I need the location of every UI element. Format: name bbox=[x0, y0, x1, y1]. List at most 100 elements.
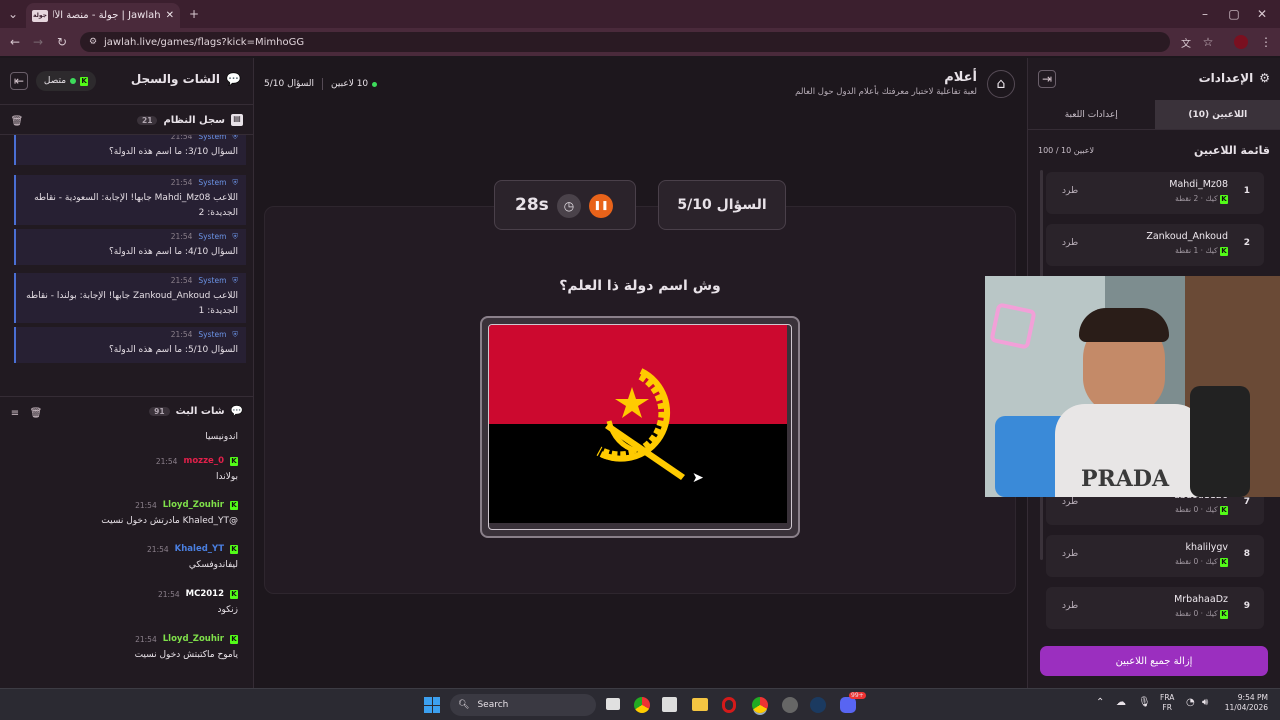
kick-player-button[interactable]: طرد bbox=[1062, 186, 1078, 196]
chat-log-panel: ⇤ K متصل 💬 الشات والسجل ▤ سجل النظام 21 🗑… bbox=[0, 58, 254, 688]
minimize-icon[interactable]: – bbox=[1196, 5, 1214, 23]
tab-favicon: جولة bbox=[32, 9, 48, 22]
shield-icon: ⛨ bbox=[232, 178, 238, 187]
discord-icon[interactable] bbox=[840, 697, 856, 713]
player-row: 2 Zankoud_Ankoud K كيك · 1 نقطة طرد bbox=[1046, 224, 1264, 266]
collapse-left-icon[interactable]: ⇤ bbox=[10, 72, 28, 90]
opera-icon[interactable] bbox=[722, 697, 736, 713]
player-name: MrbahaaDz bbox=[1174, 594, 1228, 605]
language-indicator[interactable]: FRA FR bbox=[1160, 693, 1174, 713]
clock-date: 11/04/2026 bbox=[1224, 703, 1268, 712]
chat-username[interactable]: mozze_0 bbox=[183, 456, 224, 466]
maximize-icon[interactable]: ▢ bbox=[1225, 5, 1243, 23]
kick-icon: K bbox=[80, 76, 89, 86]
volume-icon[interactable]: 🔊︎ bbox=[1202, 697, 1208, 708]
translate-icon[interactable]: 文 bbox=[1177, 33, 1195, 51]
chrome-active-icon[interactable] bbox=[752, 697, 768, 713]
chat-trash-icon[interactable]: 🗑 bbox=[27, 404, 45, 422]
microphone-icon[interactable]: 🎙︎ bbox=[1138, 697, 1151, 708]
snipping-tool-icon[interactable] bbox=[662, 697, 677, 712]
webcam-microphone bbox=[1190, 386, 1250, 497]
tab-search-icon[interactable]: ⌄ bbox=[4, 5, 22, 23]
chat-time: 21:54 bbox=[135, 634, 157, 644]
chat-username[interactable]: Lloyd_Zouhir bbox=[163, 500, 224, 510]
chat-time: 21:54 bbox=[135, 500, 157, 510]
flag-image bbox=[488, 324, 792, 530]
chat-bubble-icon: 💬 bbox=[226, 72, 241, 86]
back-icon[interactable]: ← bbox=[6, 33, 24, 51]
remove-all-players-button[interactable]: إزالة جميع اللاعبين bbox=[1040, 646, 1268, 676]
trash-icon[interactable]: 🗑 bbox=[8, 112, 26, 130]
windows-start-icon[interactable] bbox=[424, 697, 440, 713]
tab-close-icon[interactable]: ✕ bbox=[166, 10, 174, 21]
search-placeholder: Search bbox=[477, 700, 509, 710]
filter-icon[interactable]: ≡ bbox=[6, 404, 24, 422]
kick-player-button[interactable]: طرد bbox=[1062, 601, 1078, 611]
chat-message: K MC2012 21:54 زنكود bbox=[0, 589, 246, 615]
kick-icon: K bbox=[1220, 506, 1228, 515]
player-rank: 2 bbox=[1243, 238, 1250, 248]
tray-chevron-icon[interactable]: ⌃ bbox=[1096, 697, 1104, 708]
system-log-list[interactable]: ⛨ System 21:54 السؤال 3/10: ما اسم هذه الدو… bbox=[0, 135, 253, 395]
forward-icon[interactable]: → bbox=[29, 33, 47, 51]
chat-panel-title: 💬 الشات والسجل bbox=[131, 72, 241, 86]
divider bbox=[0, 104, 253, 105]
chat-username[interactable]: Khaled_YT bbox=[175, 544, 224, 554]
profile-avatar[interactable] bbox=[1234, 35, 1248, 49]
file-explorer-icon[interactable] bbox=[692, 698, 708, 711]
wifi-icon[interactable]: ◔ bbox=[1186, 697, 1195, 708]
chat-message: K Lloyd_Zouhir 21:54 @Khaled_YT مادرتش دخول… bbox=[0, 500, 246, 526]
steam-icon[interactable] bbox=[810, 697, 826, 713]
home-icon[interactable]: ⌂ bbox=[987, 70, 1015, 98]
onedrive-icon[interactable]: ☁ bbox=[1116, 697, 1126, 708]
kick-player-button[interactable]: طرد bbox=[1062, 238, 1078, 248]
shirt-print: PRADA bbox=[1081, 466, 1170, 492]
window-close-icon[interactable]: ✕ bbox=[1253, 5, 1271, 23]
browser-menu-icon[interactable]: ⋮ bbox=[1257, 33, 1275, 51]
stream-chat-header[interactable]: 💬 شات البث 91 bbox=[149, 406, 243, 417]
reload-icon[interactable]: ↻ bbox=[53, 33, 71, 51]
neon-light bbox=[989, 302, 1037, 350]
kick-player-button[interactable]: طرد bbox=[1062, 497, 1078, 507]
player-name: Zankoud_Ankoud bbox=[1146, 231, 1228, 242]
log-meta: ⛨ System 21:54 bbox=[24, 135, 238, 142]
player-platform: كيك bbox=[1205, 609, 1218, 618]
chat-text: ياموح ماكتبتش دخول نسيت bbox=[134, 650, 238, 660]
kick-icon: K bbox=[230, 589, 238, 599]
bookmark-star-icon[interactable]: ☆ bbox=[1199, 33, 1217, 51]
online-dot bbox=[70, 78, 77, 84]
log-sender: System bbox=[198, 178, 227, 187]
player-row: 9 MrbahaaDz K كيك · 0 نقطة طرد bbox=[1046, 587, 1264, 629]
browser-tab[interactable]: جولة Jawlah | جولة - منصة الألعاب الت...… bbox=[26, 3, 180, 28]
taskbar-search-box[interactable]: 🔍︎ Search bbox=[450, 694, 596, 716]
log-sender: System bbox=[198, 276, 227, 285]
log-meta: ⛨ System 21:54 bbox=[24, 178, 238, 188]
system-log-count: 21 bbox=[137, 115, 158, 125]
system-log-header[interactable]: ▤ سجل النظام 21 bbox=[137, 114, 243, 126]
stream-chat-list[interactable]: اندونيسيا Kmozze_0 21:54 بولاندا K Lloyd_Zou… bbox=[0, 426, 253, 686]
webcam-overlay: PRADA bbox=[985, 276, 1280, 497]
kick-icon: K bbox=[1220, 610, 1228, 619]
chat-text: @Khaled_YT مادرتش دخول نسيت bbox=[101, 516, 238, 526]
chat-username[interactable]: MC2012 bbox=[186, 589, 224, 599]
log-sender: System bbox=[198, 330, 227, 339]
chrome-dev-icon[interactable] bbox=[782, 697, 798, 713]
address-bar[interactable]: jawlah.live/games/flags?kick=MimhoGG bbox=[80, 32, 1170, 52]
new-tab-icon[interactable]: + bbox=[185, 5, 203, 23]
kick-icon: K bbox=[1220, 247, 1228, 256]
player-points: 0 نقطة bbox=[1175, 505, 1199, 514]
player-points: 0 نقطة bbox=[1175, 609, 1199, 618]
log-time: 21:54 bbox=[170, 232, 193, 241]
player-name: Mahdi_Mz08 bbox=[1169, 179, 1228, 190]
log-time: 21:54 bbox=[170, 178, 193, 187]
game-area: 10 لاعبين السؤال 5/10 أعلام لعبة تفاعلية… bbox=[254, 58, 1027, 688]
chat-username[interactable]: Lloyd_Zouhir bbox=[163, 634, 224, 644]
pause-button[interactable]: ❚❚ bbox=[589, 194, 613, 218]
clock[interactable]: 9:54 PM 11/04/2026 bbox=[1222, 693, 1268, 713]
chrome-icon[interactable] bbox=[634, 697, 650, 713]
task-view-icon[interactable] bbox=[606, 698, 620, 710]
kick-player-button[interactable]: طرد bbox=[1062, 549, 1078, 559]
site-info-icon[interactable]: ⚙ bbox=[84, 33, 102, 51]
player-row: 1 Mahdi_Mz08 K كيك · 2 نقطة طرد bbox=[1046, 172, 1264, 214]
chat-icon: 💬 bbox=[230, 406, 243, 417]
